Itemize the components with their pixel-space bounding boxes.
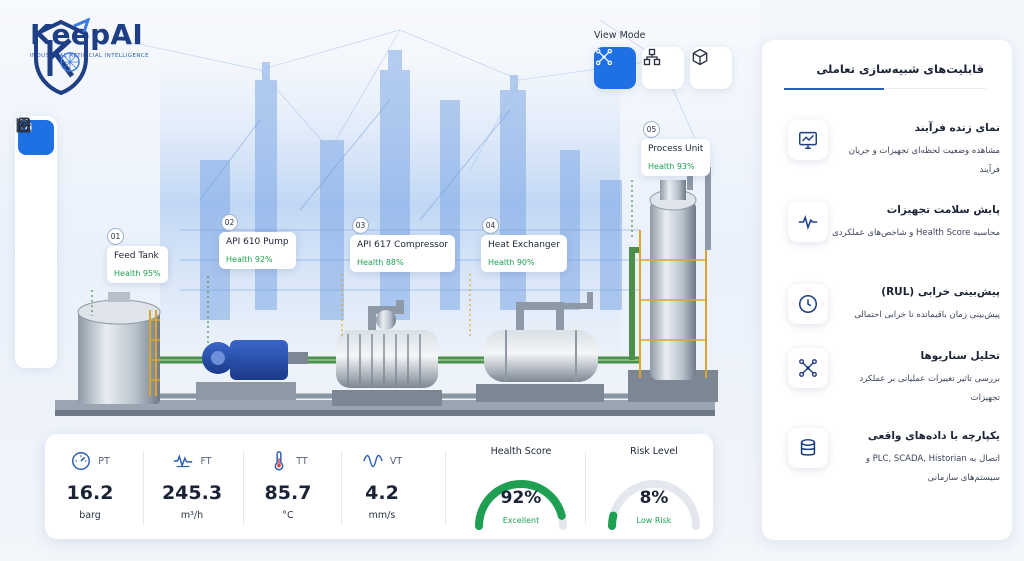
sidebar-item-reports[interactable] <box>18 117 54 365</box>
view-mode-label: View Mode <box>594 30 646 41</box>
risk-level-gauge: Risk Level 8% Low Risk <box>602 446 706 530</box>
hierarchy-icon <box>643 48 661 66</box>
flow-icon <box>174 454 193 468</box>
keepai-logo-icon <box>34 18 91 96</box>
sidebar-item-alerts[interactable] <box>16 119 54 239</box>
metric-tag: PT <box>98 455 110 467</box>
metric-tag: VT <box>389 455 403 467</box>
feature-description: بررسی تاثیر تغییرات عملیاتی بر عملکرد تج… <box>859 374 1000 403</box>
feature-description: پیش‌بینی زمان باقیمانده تا خرابی احتمالی <box>854 310 1000 320</box>
feature-description: محاسبه Health Score و شاخص‌های عملکردی <box>832 228 1000 238</box>
risk-level-status: Low Risk <box>636 516 672 525</box>
feature-title: یکپارچه با داده‌های واقعی <box>867 430 1000 442</box>
report-icon <box>18 117 30 133</box>
equipment-name: Process Unit <box>648 144 704 154</box>
metric-unit: barg <box>79 510 101 521</box>
vibration-icon <box>362 454 383 468</box>
feature-title: تحلیل سناریوها <box>920 350 1000 362</box>
risk-level-value: 8% <box>639 488 669 508</box>
brand-logo: KeepAI INDUSTRIAL ARTIFICIAL INTELLIGENC… <box>30 18 149 96</box>
callout-heat-exchanger[interactable]: Heat Exchanger Health 90% <box>481 235 567 272</box>
metric-tag: TT <box>296 455 308 467</box>
metric-temperature: TT 85.7 °C <box>243 450 333 521</box>
cube-icon <box>692 48 708 66</box>
sidebar-item-analytics[interactable] <box>16 118 54 197</box>
metric-unit: °C <box>282 510 294 521</box>
equipment-health: Health 93% <box>648 162 695 171</box>
metric-unit: m³/h <box>180 510 204 521</box>
metric-divider <box>445 452 446 524</box>
gauge-icon <box>72 452 91 470</box>
equipment-number-2: 02 <box>221 214 238 231</box>
callout-compressor[interactable]: API 617 Compressor Health 88% <box>350 235 456 272</box>
feature-title: پیش‌بینی خرابی (RUL) <box>881 286 1000 298</box>
metric-value: 245.3 <box>161 482 223 504</box>
panel-title-underline <box>784 88 884 90</box>
metrics-bar: PT 16.2 barg FT 245.3 m³/h TT 85.7 °C VT… <box>45 434 713 539</box>
sidebar-item-settings[interactable] <box>16 117 54 323</box>
equipment-name: Heat Exchanger <box>488 240 560 250</box>
sidebar <box>15 116 57 368</box>
metric-value: 16.2 <box>66 482 114 504</box>
database-icon <box>800 438 816 456</box>
feature-icon-box[interactable] <box>788 120 828 160</box>
network-icon <box>799 359 817 377</box>
health-score-gauge: Health Score 92% Excellent <box>469 446 573 530</box>
feed-tank <box>77 292 161 404</box>
features-panel: قابلیت‌های شبیه‌سازی تعاملی نمای زنده فر… <box>762 40 1012 540</box>
clock-icon <box>798 294 818 314</box>
sidebar-item-data[interactable] <box>18 117 54 281</box>
view-mode-hierarchy-button[interactable] <box>642 47 684 89</box>
equipment-name: API 617 Compressor <box>357 240 449 250</box>
risk-level-title: Risk Level <box>630 446 678 457</box>
equipment-number-3: 03 <box>352 217 369 234</box>
equipment-number-5: 05 <box>643 121 660 138</box>
metric-divider <box>143 452 144 524</box>
equipment-name: API 610 Pump <box>226 237 289 247</box>
thermometer-icon <box>274 451 284 471</box>
monitor-chart-icon <box>799 131 817 149</box>
metric-divider <box>585 452 586 524</box>
metric-flow: FT 245.3 m³/h <box>147 450 237 521</box>
view-mode-3d-button[interactable] <box>690 47 732 89</box>
health-score-title: Health Score <box>490 446 552 457</box>
feature-title: نمای زنده فرآیند <box>914 122 1000 134</box>
heartbeat-icon <box>798 214 818 231</box>
equipment-number-4: 04 <box>482 217 499 234</box>
metric-pressure: PT 16.2 barg <box>45 450 135 521</box>
metric-vibration: VT 4.2 mm/s <box>337 450 427 521</box>
callout-process-unit[interactable]: Process Unit Health 93% <box>641 139 711 176</box>
health-score-value: 92% <box>500 488 542 508</box>
feature-icon-box[interactable] <box>788 202 828 242</box>
metric-value: 4.2 <box>365 482 399 504</box>
equipment-name: Feed Tank <box>114 251 159 261</box>
equipment-health: Health 92% <box>226 255 273 264</box>
equipment-health: Health 88% <box>357 258 404 267</box>
health-score-status: Excellent <box>502 516 540 525</box>
feature-icon-box[interactable] <box>788 284 828 324</box>
process-unit-column <box>628 167 718 402</box>
feature-icon-box[interactable] <box>788 428 828 468</box>
feature-description: مشاهده وضعیت لحظه‌ای تجهیزات و جریان فرآ… <box>848 146 1000 175</box>
metric-unit: mm/s <box>368 510 396 521</box>
metric-value: 85.7 <box>264 482 312 504</box>
feature-icon-box[interactable] <box>788 348 828 388</box>
feature-description: اتصال به PLC, SCADA, Historian و سیستم‌ه… <box>865 454 1000 483</box>
equipment-health: Health 95% <box>114 269 161 278</box>
equipment-number-1: 01 <box>107 228 124 245</box>
panel-title: قابلیت‌های شبیه‌سازی تعاملی <box>816 62 984 76</box>
equipment-health: Health 90% <box>488 258 535 267</box>
network-icon <box>595 48 613 66</box>
view-mode-network-button[interactable] <box>594 47 636 89</box>
callout-feed-tank[interactable]: Feed Tank Health 95% <box>107 246 168 283</box>
feature-title: پایش سلامت تجهیزات <box>886 204 1000 216</box>
metric-tag: FT <box>200 455 212 467</box>
callout-pump[interactable]: API 610 Pump Health 92% <box>219 232 296 269</box>
